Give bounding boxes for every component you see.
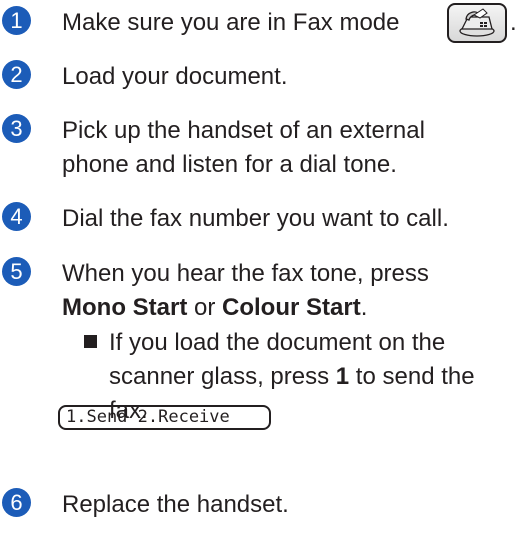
step-number-6: 6 xyxy=(2,488,31,517)
step-1-text: Make sure you are in Fax mode xyxy=(62,9,400,36)
bullet-line-1: If you load the document on the xyxy=(109,329,446,356)
step-2-text: Load your document. xyxy=(62,63,288,90)
step-number-2: 2 xyxy=(2,60,31,89)
step-4: 4 Dial the fax number you want to call. xyxy=(0,202,521,236)
step-1: 1 Make sure you are in Fax mode . xyxy=(0,3,521,43)
step-number-1: 1 xyxy=(2,6,31,35)
key-1-label: 1 xyxy=(335,363,350,390)
step-6-text: Replace the handset. xyxy=(62,491,289,518)
bullet-line-2: scanner glass, press 1 to send the xyxy=(109,360,475,394)
step-number-4: 4 xyxy=(2,202,31,231)
step-3: 3 Pick up the handset of an external pho… xyxy=(0,114,521,182)
bullet-square-icon xyxy=(84,335,97,348)
fax-mode-button[interactable] xyxy=(447,3,507,43)
step-5-period: . xyxy=(360,294,368,321)
step-5-bullet: If you load the document on the xyxy=(84,326,445,360)
fax-machine-icon xyxy=(459,8,495,37)
or-text: or xyxy=(187,294,223,321)
colour-start-key-label: Colour Start xyxy=(222,294,361,321)
step-5-line-2: Mono Start or Colour Start. xyxy=(62,291,367,325)
lcd-display: 1.Send 2.Receive xyxy=(58,405,271,430)
step-4-text: Dial the fax number you want to call. xyxy=(62,205,449,232)
step-6: 6 Replace the handset. xyxy=(0,488,521,522)
bullet-line-2-post: to send the xyxy=(349,363,475,390)
step-2: 2 Load your document. xyxy=(0,60,521,94)
step-1-period: . xyxy=(510,9,517,36)
step-5-line-1: When you hear the fax tone, press xyxy=(62,260,429,287)
step-number-5: 5 xyxy=(2,257,31,286)
bullet-line-2-pre: scanner glass, press xyxy=(109,363,336,390)
step-5: 5 When you hear the fax tone, press Mono… xyxy=(0,257,521,424)
step-number-3: 3 xyxy=(2,114,31,143)
mono-start-key-label: Mono Start xyxy=(62,294,188,321)
step-3-line-1: Pick up the handset of an external xyxy=(62,117,425,144)
step-3-line-2: phone and listen for a dial tone. xyxy=(62,151,397,178)
